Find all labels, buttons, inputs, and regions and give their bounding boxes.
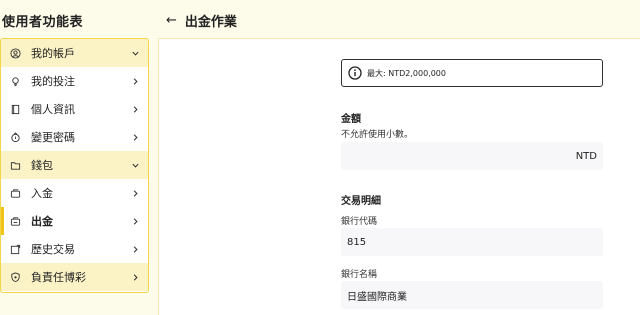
- chevron-right-icon: [131, 273, 140, 282]
- sidebar: 我的帳戶 我的投注 個人資訊 變更密碼 錢包 入金 出金 歷史交易 負責任博彩: [0, 38, 149, 293]
- bank-code-value: 815: [347, 236, 367, 248]
- bank-name-field[interactable]: 日盛國際商業: [341, 281, 603, 309]
- arrow-left-icon[interactable]: ←: [166, 13, 177, 28]
- wallet-out-icon: [10, 216, 21, 227]
- sidebar-item-history[interactable]: 歷史交易: [1, 235, 148, 263]
- sidebar-item-deposit[interactable]: 入金: [1, 179, 148, 207]
- folder-icon: [10, 160, 21, 171]
- bulb-icon: [10, 76, 21, 87]
- amount-input[interactable]: NTD: [341, 142, 603, 170]
- shield-icon: [10, 271, 21, 283]
- max-amount-notice: 最大: NTD2,000,000: [341, 59, 603, 87]
- sidebar-title: 使用者功能表: [2, 15, 84, 30]
- chevron-right-icon: [131, 133, 140, 142]
- amount-section-title: 金額: [341, 114, 361, 125]
- bank-code-label: 銀行代碼: [341, 217, 378, 227]
- sidebar-item-change-password[interactable]: 變更密碼: [1, 123, 148, 151]
- page-header: ← 出金作業: [166, 11, 237, 30]
- sidebar-item-label: 變更密碼: [31, 131, 75, 144]
- main-panel: 最大: NTD2,000,000 金額 不允許使用小數。 NTD 交易明細 銀行…: [158, 38, 640, 315]
- sidebar-item-label: 我的帳戶: [31, 47, 75, 60]
- currency-unit: NTD: [575, 150, 597, 162]
- sidebar-item-label: 個人資訊: [31, 103, 75, 116]
- sidebar-item-label: 歷史交易: [31, 243, 75, 256]
- sidebar-item-my-account[interactable]: 我的帳戶: [1, 39, 148, 67]
- transaction-section-title: 交易明細: [341, 196, 381, 207]
- bank-name-value: 日盛國際商業: [347, 291, 407, 303]
- bank-name-label: 銀行名稱: [341, 270, 378, 280]
- chevron-down-icon: [131, 49, 140, 58]
- sidebar-item-label: 負責任博彩: [31, 271, 86, 284]
- sidebar-item-personal-info[interactable]: 個人資訊: [1, 95, 148, 123]
- sidebar-item-my-bets[interactable]: 我的投注: [1, 67, 148, 95]
- book-icon: [10, 104, 21, 115]
- wallet-in-icon: [10, 188, 21, 199]
- sidebar-item-label: 錢包: [31, 159, 53, 172]
- amount-hint: 不允許使用小數。: [341, 130, 414, 140]
- chevron-down-icon: [131, 161, 140, 170]
- chevron-right-icon: [131, 217, 140, 226]
- chevron-right-icon: [131, 189, 140, 198]
- sidebar-item-withdraw[interactable]: 出金: [1, 207, 148, 235]
- lock-icon: [10, 131, 21, 143]
- info-icon: [348, 66, 362, 80]
- user-circle-icon: [10, 47, 21, 59]
- page-title: 出金作業: [184, 15, 237, 30]
- sidebar-item-wallet[interactable]: 錢包: [1, 151, 148, 179]
- sidebar-item-label: 出金: [31, 215, 53, 228]
- sidebar-item-responsible-gaming[interactable]: 負責任博彩: [1, 263, 148, 291]
- sidebar-item-label: 入金: [31, 187, 53, 200]
- bank-code-field[interactable]: 815: [341, 228, 603, 256]
- history-icon: [10, 244, 21, 255]
- chevron-right-icon: [131, 245, 140, 254]
- chevron-right-icon: [131, 105, 140, 114]
- sidebar-item-label: 我的投注: [31, 75, 75, 88]
- notice-text: 最大: NTD2,000,000: [367, 68, 446, 78]
- chevron-right-icon: [131, 77, 140, 86]
